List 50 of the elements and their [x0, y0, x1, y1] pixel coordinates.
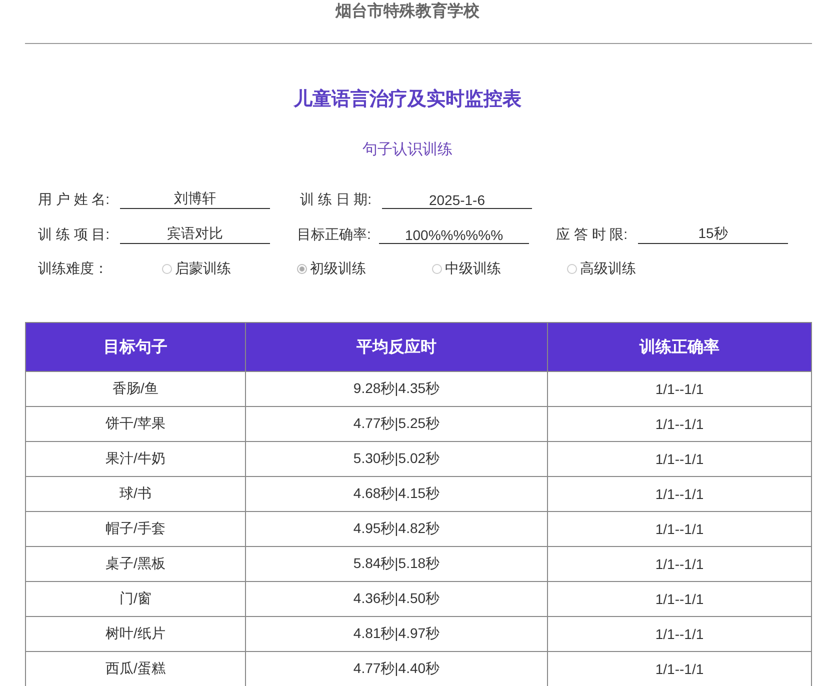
field-label: 训练难度：	[38, 260, 109, 278]
table-cell: 饼干/苹果	[26, 406, 246, 442]
table-cell: 果汁/牛奶	[26, 442, 246, 476]
table-cell: 香肠/鱼	[26, 372, 246, 406]
table-cell: 9.28秒|4.35秒	[246, 372, 548, 406]
table-cell: 1/1--1/1	[548, 406, 812, 442]
table-cell: 1/1--1/1	[548, 372, 812, 406]
column-header: 目标句子	[26, 322, 246, 372]
table-cell: 1/1--1/1	[548, 582, 812, 616]
field-label: 应 答 时 限:	[556, 226, 629, 244]
table-cell: 1/1--1/1	[548, 512, 812, 546]
input-field[interactable]: 刘博轩	[120, 190, 270, 209]
column-header: 平均反应时	[246, 322, 548, 372]
input-field[interactable]: 100%%%%%%	[379, 226, 529, 244]
form-title: 儿童语言治疗及实时监控表	[292, 88, 522, 110]
table-cell: 桌子/黑板	[26, 546, 246, 582]
radio-button[interactable]	[432, 264, 442, 274]
table-cell: 帽子/手套	[26, 512, 246, 546]
table-cell: 5.30秒|5.02秒	[246, 442, 548, 476]
input-field[interactable]: 15秒	[638, 225, 788, 244]
field-label: 训 练 日 期:	[300, 190, 373, 208]
column-header: 训练正确率	[548, 322, 812, 372]
table-cell: 球/书	[26, 476, 246, 512]
form-subtitle: 句子认识训练	[362, 140, 454, 160]
table-cell: 1/1--1/1	[548, 616, 812, 652]
field-label: 目标正确率:	[297, 226, 372, 244]
input-field[interactable]: 2025-1-6	[382, 192, 532, 208]
table-cell: 1/1--1/1	[548, 442, 812, 476]
school-name: 烟台市特殊教育学校	[334, 0, 480, 22]
table-cell: 4.95秒|4.82秒	[246, 512, 548, 546]
table-cell: 西瓜/蛋糕	[26, 652, 246, 686]
table-cell: 4.68秒|4.15秒	[246, 476, 548, 512]
table-cell: 4.77秒|5.25秒	[246, 406, 548, 442]
radio-label: 高级训练	[580, 260, 636, 278]
table-cell: 1/1--1/1	[548, 476, 812, 512]
table-cell: 4.36秒|4.50秒	[246, 582, 548, 616]
table-cell: 4.81秒|4.97秒	[246, 616, 548, 652]
table-cell: 门/窗	[26, 582, 246, 616]
radio-label: 初级训练	[310, 260, 366, 278]
table-cell: 1/1--1/1	[548, 546, 812, 582]
field-label: 训 练 项 目:	[38, 226, 111, 244]
radio-button[interactable]	[297, 264, 307, 274]
radio-label: 启蒙训练	[175, 260, 231, 278]
radio-button[interactable]	[162, 264, 172, 274]
input-field[interactable]: 宾语对比	[120, 225, 270, 244]
radio-label: 中级训练	[445, 260, 501, 278]
radio-button[interactable]	[567, 264, 577, 274]
table-cell: 树叶/纸片	[26, 616, 246, 652]
table-cell: 5.84秒|5.18秒	[246, 546, 548, 582]
field-label: 用 户 姓 名:	[38, 191, 111, 209]
